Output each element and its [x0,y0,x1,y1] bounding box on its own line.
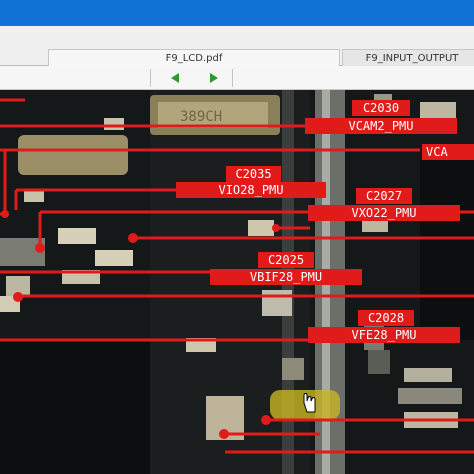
chip-marking: 389CH [180,109,222,125]
next-page-button[interactable] [206,70,222,86]
tab-label: F9_LCD.pdf [165,52,223,64]
tab-bar: F9_LCD.pdf F9_INPUT_OUTPUT [0,26,474,66]
toolbar-separator [150,69,151,87]
net-label: VIO28_PMU [176,182,326,198]
pdf-viewer[interactable]: 389CH C2030 VCAM2_PMU VCA C2035 VIO28_PM… [0,90,474,474]
window-title-bar [0,0,474,26]
previous-page-button[interactable] [167,70,183,86]
toolbar [0,66,474,90]
component-ref-label: C2035 [226,166,281,182]
component-ref-label: C2030 [352,100,410,116]
component-ref-label: C2028 [358,310,414,326]
net-label: VCA [422,144,474,160]
tab-f9-input-output[interactable]: F9_INPUT_OUTPUT [342,49,474,66]
back-arrow-icon [171,73,179,83]
net-label: VFE28_PMU [308,327,460,343]
component-ref-label: C2027 [356,188,412,204]
toolbar-separator [232,69,233,87]
net-label: VXO22_PMU [308,205,460,221]
forward-arrow-icon [210,73,218,83]
net-label: VBIF28_PMU [210,269,362,285]
net-label: VCAM2_PMU [305,118,457,134]
component-ref-label: C2025 [258,252,314,268]
tab-label: F9_INPUT_OUTPUT [365,52,459,64]
tab-f9-lcd[interactable]: F9_LCD.pdf [48,49,340,66]
